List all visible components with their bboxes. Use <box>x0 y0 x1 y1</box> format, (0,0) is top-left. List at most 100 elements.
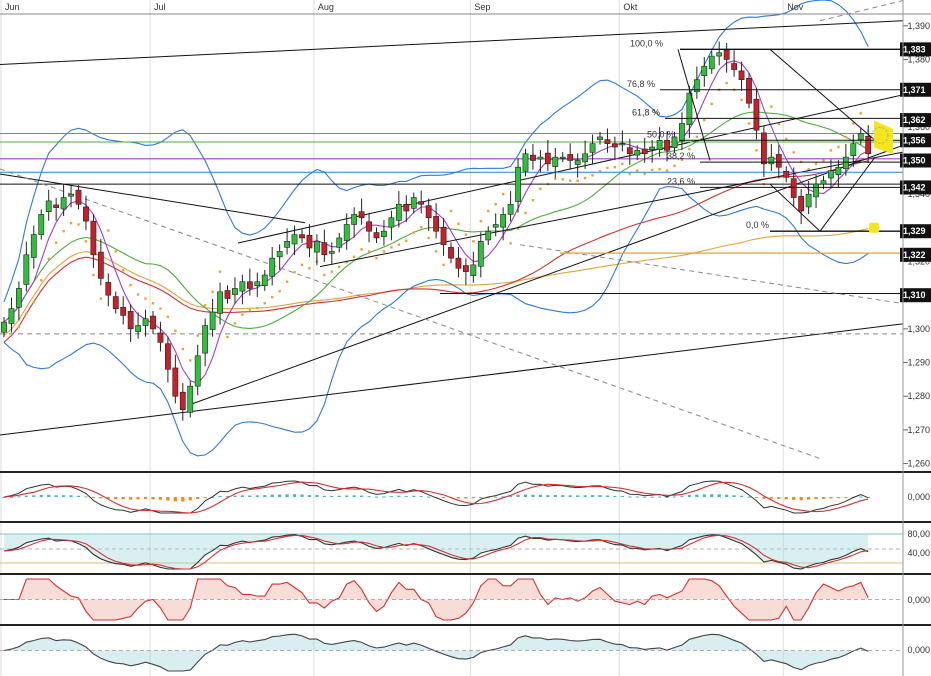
candle-body-up <box>187 385 194 413</box>
parabolic-sar-dot <box>501 192 505 196</box>
parabolic-sar-dot <box>114 250 117 253</box>
candle-body-down <box>321 242 328 256</box>
candle-body-up <box>857 133 864 140</box>
candle-body-down <box>306 234 313 249</box>
candle-body-up <box>701 65 708 76</box>
parabolic-sar-dot <box>54 241 58 244</box>
macd-histogram-bar <box>69 495 73 497</box>
parabolic-sar-dot <box>211 290 214 294</box>
parabolic-sar-dot <box>434 250 438 253</box>
parabolic-sar-dot <box>844 135 848 139</box>
parabolic-sar-dot <box>233 322 237 325</box>
candle-body-down <box>150 315 156 330</box>
candle-body-down <box>165 343 171 370</box>
macd-histogram-bar <box>583 495 587 497</box>
parabolic-sar-dot <box>673 164 676 168</box>
month-label: Jun <box>5 2 20 12</box>
macd-histogram-bar <box>687 495 691 497</box>
parabolic-sar-dot <box>643 172 646 176</box>
month-label: Okt <box>623 2 638 12</box>
candle-body-up <box>328 251 335 254</box>
candle-body-down <box>611 143 618 148</box>
candle-body-down <box>172 367 179 397</box>
macd-histogram-bar <box>680 496 684 498</box>
parabolic-sar-dot <box>241 313 244 316</box>
parabolic-sar-dot <box>293 271 296 274</box>
parabolic-sar-dot <box>25 312 28 315</box>
chart-root: 100,0 % 76,8 % 61,8 % 50,0 % 38,2 % 23,6 % 0,0… <box>0 0 931 676</box>
fib-level-label: 100,0 % <box>630 38 663 48</box>
macd-histogram-bar <box>799 497 803 501</box>
macd-histogram-bar <box>725 494 729 497</box>
parabolic-sar-dot <box>84 240 88 243</box>
candle-body-up <box>559 156 566 159</box>
macd-histogram-bar <box>374 496 379 498</box>
macd-histogram-bar <box>792 497 796 500</box>
macd-histogram-bar <box>307 495 312 497</box>
candle-body-down <box>83 206 89 222</box>
macd-histogram-bar <box>568 495 572 497</box>
macd-histogram-bar <box>464 497 468 499</box>
parabolic-sar-dot <box>576 179 579 182</box>
macd-histogram-bar <box>769 497 773 499</box>
macd-histogram-bar <box>546 495 550 497</box>
candle-body-up <box>828 170 834 179</box>
parabolic-sar-dot <box>17 325 21 328</box>
macd-histogram-bar <box>263 495 267 497</box>
macd-histogram-bar <box>538 494 542 497</box>
candle-body-up <box>8 308 15 324</box>
chart-svg[interactable]: 100,0 % 76,8 % 61,8 % 50,0 % 38,2 % 23,6 % 0,0… <box>0 0 931 676</box>
macd-histogram-bar <box>99 497 103 499</box>
candle-body-up <box>492 224 499 228</box>
parabolic-sar-dot <box>271 296 274 299</box>
macd-histogram-bar <box>196 497 200 499</box>
parabolic-sar-dot <box>569 179 572 182</box>
macd-histogram-bar <box>54 495 58 497</box>
macd-histogram-bar <box>710 494 714 497</box>
candle-body-up <box>1 321 7 333</box>
candle-body-up <box>805 193 812 208</box>
parabolic-sar-dot <box>621 162 624 166</box>
parabolic-sar-dot <box>829 149 833 152</box>
candle-body-down <box>626 147 633 155</box>
macd-histogram-bar <box>784 497 788 500</box>
macd-histogram-bar <box>427 496 431 498</box>
price-tick-label: 1,270 <box>907 425 930 435</box>
parabolic-sar-dot <box>710 102 713 106</box>
macd-histogram-bar <box>47 494 51 497</box>
candle-body-up <box>686 92 693 126</box>
month-label: Jul <box>154 2 166 12</box>
candle <box>746 73 752 109</box>
macd-histogram-bar <box>605 495 610 497</box>
price-badge-label: 1,310 <box>903 290 926 300</box>
candle-body-down <box>127 311 134 330</box>
macd-histogram-bar <box>590 495 595 497</box>
macd-histogram-bar <box>337 495 341 497</box>
candle-body-up <box>522 153 529 172</box>
macd-histogram-bar <box>166 497 170 501</box>
candle-body-up <box>202 325 209 354</box>
candle-body-up <box>634 150 641 156</box>
candle-body-up <box>574 160 581 165</box>
macd-histogram-bar <box>382 496 386 498</box>
price-badge: 1,356 <box>900 133 931 148</box>
fib-level-label: 50,0 % <box>647 129 675 139</box>
candle-body-up <box>343 224 350 241</box>
macd-histogram-bar <box>844 497 848 498</box>
candle-body-down <box>425 205 432 219</box>
macd-histogram-bar <box>807 497 811 500</box>
candle-body-up <box>291 234 298 245</box>
macd-histogram-bar <box>330 495 334 497</box>
candle-body-up <box>232 288 238 295</box>
candle-body-down <box>544 152 551 165</box>
macd-axis-label: 0,000 <box>907 492 930 502</box>
macd-histogram-bar <box>441 497 446 498</box>
parabolic-sar-dot <box>278 289 281 293</box>
macd-histogram-bar <box>576 495 580 497</box>
parabolic-sar-dot <box>822 159 825 162</box>
candle-body-up <box>850 143 857 157</box>
candle-body-down <box>746 78 752 104</box>
macd-histogram-bar <box>17 496 21 498</box>
macd-histogram-bar <box>158 497 163 500</box>
macd-histogram-bar <box>345 495 349 497</box>
